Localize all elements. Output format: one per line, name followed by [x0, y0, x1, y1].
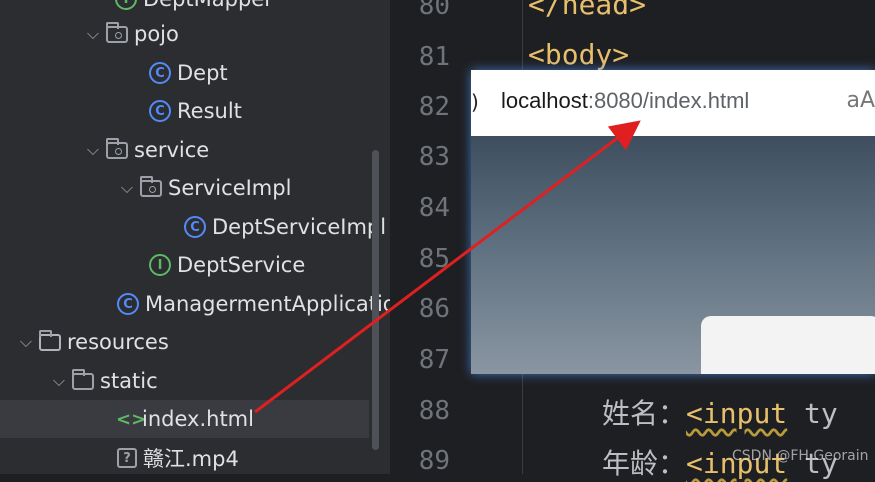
tree-item-label: ManagermentApplicatio — [145, 292, 390, 316]
html-file-icon: <> — [116, 408, 147, 430]
tree-scrollbar[interactable] — [372, 150, 379, 450]
address-bar-edge: ) — [471, 90, 479, 114]
class-icon: C — [149, 62, 171, 84]
line-number: 81 — [418, 42, 450, 72]
line-number: 84 — [418, 193, 450, 223]
page-card — [701, 316, 875, 374]
folder-icon — [72, 368, 94, 390]
resources-folder-icon — [39, 329, 61, 351]
chevron-down-icon[interactable]: ⌵ — [46, 371, 72, 391]
chevron-down-icon[interactable]: ⌵ — [114, 178, 140, 198]
code-tag: <input — [686, 397, 788, 430]
address-bar[interactable]: ) localhost:8080/index.html aA — [471, 70, 875, 136]
tree-item-label: static — [100, 369, 158, 393]
tree-item-dept[interactable]: C Dept — [149, 54, 228, 92]
line-number: 87 — [418, 345, 450, 375]
tree-item-label: index.html — [142, 407, 254, 431]
tree-item-pojo[interactable]: ⌵ pojo — [80, 15, 179, 53]
chevron-down-icon[interactable]: ⌵ — [13, 332, 39, 352]
tree-item-label: service — [134, 138, 210, 162]
code-text: 年龄： — [602, 447, 687, 480]
line-number: 80 — [418, 0, 450, 21]
tree-item-label: Result — [177, 99, 242, 123]
tree-item-label: pojo — [134, 22, 179, 46]
tree-item-label: DeptMapper — [143, 0, 273, 11]
tree-item-deptserviceimpl[interactable]: C DeptServiceImpl — [184, 208, 386, 246]
code-attr: ty — [787, 397, 838, 430]
tree-item-label: 赣江.mp4 — [143, 447, 239, 471]
tree-item-application[interactable]: C ManagermentApplicatio — [117, 285, 390, 323]
url-host: localhost — [501, 88, 588, 113]
line-number: 88 — [418, 396, 450, 426]
project-tree: I DeptMapper ⌵ pojo C Dept C Result ⌵ se… — [0, 0, 390, 474]
line-number: 89 — [418, 446, 450, 476]
reader-mode-icon[interactable]: aA — [846, 88, 875, 113]
tree-item-service[interactable]: ⌵ service — [80, 131, 209, 169]
tree-item-static[interactable]: ⌵ static — [46, 362, 158, 400]
browser-window: ) localhost:8080/index.html aA — [471, 70, 875, 374]
class-icon: C — [184, 216, 206, 238]
line-number: 82 — [418, 92, 450, 122]
package-folder-icon — [106, 137, 128, 159]
unknown-file-icon: ? — [117, 448, 137, 468]
spring-app-icon: C — [117, 293, 139, 315]
tree-item-serviceimpl[interactable]: ⌵ ServiceImpl — [114, 169, 291, 207]
package-folder-icon — [106, 21, 128, 43]
tree-item-label: DeptService — [177, 253, 306, 277]
line-number: 85 — [418, 244, 450, 274]
interface-icon: I — [115, 0, 137, 10]
tree-item-mp4[interactable]: ? 赣江.mp4 — [117, 439, 239, 474]
code-line-81[interactable]: <body> — [528, 38, 629, 71]
tree-item-resources[interactable]: ⌵ resources — [13, 323, 169, 361]
tree-item-deptservice[interactable]: I DeptService — [149, 246, 305, 284]
code-text: 姓名： — [602, 397, 687, 430]
package-folder-icon — [140, 175, 162, 197]
tree-item-label: resources — [67, 330, 169, 354]
chevron-down-icon[interactable]: ⌵ — [80, 24, 106, 44]
line-number: 83 — [418, 142, 450, 172]
code-line-80[interactable]: </head> — [528, 0, 646, 21]
interface-icon: I — [149, 254, 171, 276]
url-text[interactable]: localhost:8080/index.html — [501, 88, 749, 114]
url-port-path: :8080/index.html — [587, 88, 750, 113]
tree-item-label: DeptServiceImpl — [212, 215, 387, 239]
tree-item-label: ServiceImpl — [168, 176, 292, 200]
tree-item-result[interactable]: C Result — [149, 92, 242, 130]
class-icon: C — [149, 100, 171, 122]
code-line-88[interactable]: 姓名：<input ty — [602, 392, 838, 432]
chevron-down-icon[interactable]: ⌵ — [80, 140, 106, 160]
tree-item-label: Dept — [177, 61, 228, 85]
line-number: 86 — [418, 294, 450, 324]
browser-viewport — [471, 136, 875, 374]
watermark: CSDN @FH Georain — [732, 448, 869, 464]
tree-item-index-html[interactable]: <> index.html — [0, 400, 369, 438]
